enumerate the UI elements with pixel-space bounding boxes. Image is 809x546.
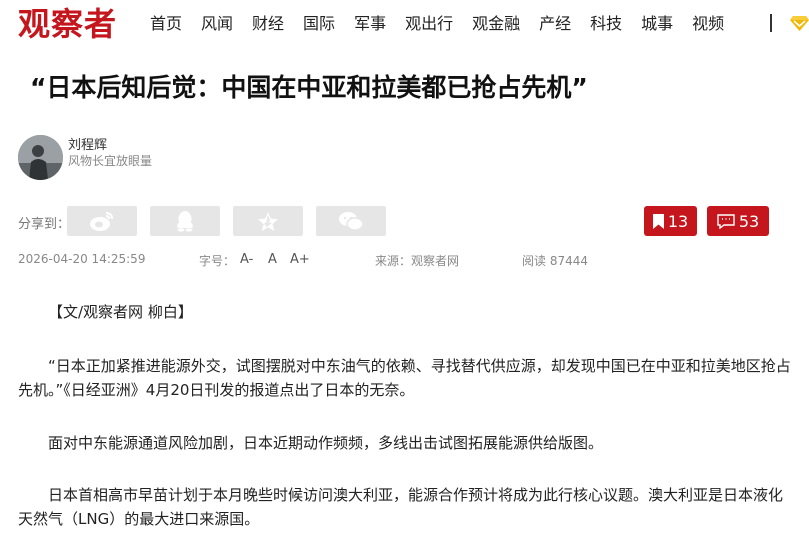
font-size-increase-button[interactable]: A+ — [290, 252, 310, 267]
weibo-icon — [90, 212, 113, 231]
read-count: 阅读 87444 — [522, 254, 588, 268]
nav-separator — [770, 14, 772, 32]
author-bio: 风物长宜放眼量 — [68, 154, 153, 168]
nav-item-industry[interactable]: 产经 — [539, 12, 571, 36]
nav-item-military[interactable]: 军事 — [354, 12, 386, 36]
main-nav: 首页 风闻 财经 国际 军事 观出行 观金融 产经 科技 城事 视频 — [150, 12, 743, 36]
vip-diamond-icon[interactable] — [790, 15, 809, 31]
paragraph-text: 【文/观察者网 柳白】 — [48, 303, 193, 321]
nav-item-home[interactable]: 首页 — [150, 12, 182, 36]
author-avatar[interactable] — [18, 135, 63, 180]
share-qzone-button[interactable] — [233, 206, 303, 236]
nav-item-international[interactable]: 国际 — [303, 12, 335, 36]
bookmark-icon — [652, 213, 664, 229]
font-size-label: 字号： — [199, 254, 236, 268]
article-paragraph: 【文/观察者网 柳白】 — [18, 300, 793, 324]
paragraph-text: 面对中东能源通道风险加剧，日本近期动作频频，多线出击试图拓展能源供给版图。 — [48, 434, 604, 452]
article-paragraph: 日本首相高市早苗计划于本月晚些时候访问澳大利亚，能源合作预计将成为此行核心议题。… — [18, 483, 793, 531]
paragraph-text: “日本正加紧推进能源外交，试图摆脱对中东油气的依赖、寻找替代供应源，却发现中国已… — [18, 357, 791, 399]
share-weibo-button[interactable] — [67, 206, 137, 236]
nav-item-mobility[interactable]: 观出行 — [405, 12, 453, 36]
nav-item-fintech[interactable]: 观金融 — [472, 12, 520, 36]
share-wechat-button[interactable] — [316, 206, 386, 236]
site-logo[interactable]: 观察者 — [18, 4, 117, 44]
bookmark-count-button[interactable]: 13 — [644, 206, 697, 236]
article-paragraph: 面对中东能源通道风险加剧，日本近期动作频频，多线出击试图拓展能源供给版图。 — [18, 431, 793, 455]
font-size-normal-button[interactable]: A — [268, 252, 277, 267]
comment-icon — [717, 213, 735, 229]
nav-item-finance[interactable]: 财经 — [252, 12, 284, 36]
qq-icon — [177, 211, 193, 232]
top-navigation-bar: 观察者 首页 风闻 财经 国际 军事 观出行 观金融 产经 科技 城事 视频 — [0, 0, 809, 48]
wechat-icon — [339, 212, 364, 231]
share-qq-button[interactable] — [150, 206, 220, 236]
share-label: 分享到： — [18, 217, 71, 232]
nav-item-video[interactable]: 视频 — [692, 12, 724, 36]
comment-count: 53 — [738, 211, 760, 231]
paragraph-text: 日本首相高市早苗计划于本月晚些时候访问澳大利亚，能源合作预计将成为此行核心议题。… — [18, 486, 784, 528]
nav-item-city[interactable]: 城事 — [641, 12, 673, 36]
bookmark-count: 13 — [667, 211, 689, 231]
font-size-decrease-button[interactable]: A- — [240, 252, 253, 267]
author-name[interactable]: 刘程辉 — [68, 134, 107, 153]
nav-item-fengwen[interactable]: 风闻 — [201, 12, 233, 36]
nav-item-tech[interactable]: 科技 — [590, 12, 622, 36]
qzone-star-icon — [258, 211, 278, 231]
publish-datetime: 2026-04-20 14:25:59 — [18, 252, 146, 266]
article-title: “日本后知后觉：中国在中亚和拉美都已抢占先机” — [30, 73, 588, 102]
comment-count-button[interactable]: 53 — [707, 206, 769, 236]
article-paragraph: “日本正加紧推进能源外交，试图摆脱对中东油气的依赖、寻找替代供应源，却发现中国已… — [18, 354, 793, 402]
article-source: 来源：观察者网 — [375, 254, 460, 268]
